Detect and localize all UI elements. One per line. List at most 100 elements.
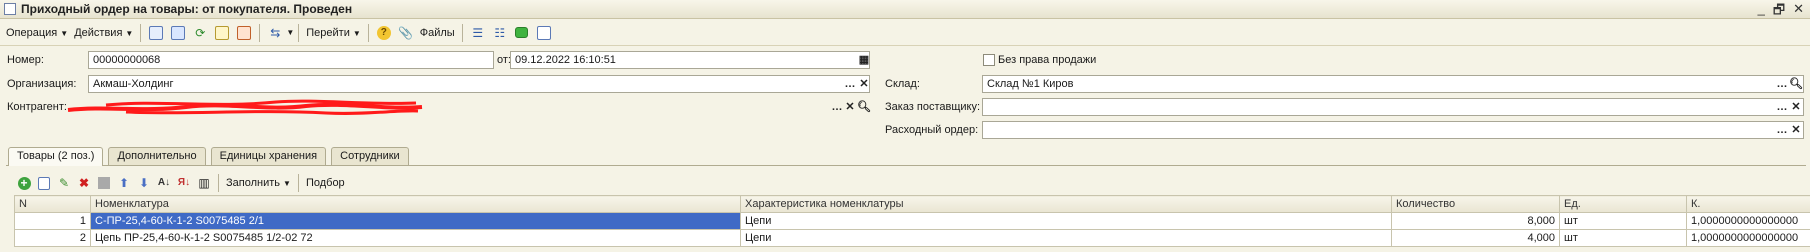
- clear-icon[interactable]: ✕: [1789, 99, 1803, 115]
- search-icon[interactable]: 🔍︎: [857, 99, 871, 115]
- column-header-quantity[interactable]: Количество: [1391, 195, 1560, 213]
- goto-menu[interactable]: Перейти ▼: [303, 23, 364, 43]
- table-header-row: N Номенклатура Характеристика номенклату…: [14, 195, 1810, 213]
- expense-order-label: Расходный ордер:: [885, 124, 979, 136]
- row-item[interactable]: Цепь ПР-25,4-60-К-1-2 S0075485 1/2-02 72: [90, 229, 741, 247]
- row-number: 1: [14, 212, 91, 230]
- operation-menu-label: Операция: [6, 26, 58, 39]
- date-field[interactable]: 09.12.2022 16:10:51: [510, 51, 870, 69]
- column-header-characteristic[interactable]: Характеристика номенклатуры: [740, 195, 1392, 213]
- select-button-icon[interactable]: …: [830, 99, 844, 115]
- toolbar-separator: [367, 23, 369, 42]
- chevron-down-icon: ▼: [283, 179, 291, 188]
- warehouse-label: Склад:: [885, 78, 920, 90]
- no-sale-right-label: Без права продажи: [998, 54, 1097, 66]
- chevron-down-icon: ▼: [60, 28, 69, 38]
- column-header-k[interactable]: К.: [1686, 195, 1810, 213]
- pick-button[interactable]: Подбор: [303, 173, 348, 193]
- expense-order-field[interactable]: [982, 121, 1804, 139]
- number-field[interactable]: 00000000068: [88, 51, 494, 69]
- chevron-down-icon: ▼: [352, 28, 361, 38]
- calendar-icon[interactable]: ▦: [857, 52, 871, 68]
- delete-row-icon[interactable]: ✖: [76, 175, 92, 191]
- files-label: Файлы: [419, 26, 455, 39]
- help-glyph: ?: [376, 25, 391, 40]
- search-icon[interactable]: 🔍︎: [1789, 76, 1803, 92]
- actions-menu[interactable]: Действия ▼: [71, 23, 136, 43]
- organization-label: Организация:: [7, 78, 77, 90]
- row-unit[interactable]: шт: [1559, 212, 1687, 230]
- row-characteristic[interactable]: Цепи: [740, 212, 1392, 230]
- select-button-icon[interactable]: …: [1775, 76, 1789, 92]
- chevron-down-icon: ▼: [125, 28, 134, 38]
- toolbar-separator: [298, 23, 300, 42]
- structure-icon[interactable]: ⇆: [266, 24, 284, 42]
- counterparty-label: Контрагент:: [7, 101, 67, 113]
- copy-document-icon[interactable]: [213, 24, 231, 42]
- select-button-icon[interactable]: …: [1775, 122, 1789, 138]
- warehouse-field[interactable]: Склад №1 Киров: [982, 75, 1804, 93]
- tab-additional[interactable]: Дополнительно: [108, 147, 206, 165]
- document-icon: [4, 3, 16, 15]
- table-row[interactable]: 1 С-ПР-25,4-60-К-1-2 S0075485 2/1 Цепи 8…: [14, 212, 1810, 230]
- operation-menu[interactable]: Операция ▼: [3, 23, 71, 43]
- table-row[interactable]: 2 Цепь ПР-25,4-60-К-1-2 S0075485 1/2-02 …: [14, 229, 1810, 247]
- redaction-scribble: [67, 99, 423, 115]
- select-button-icon[interactable]: …: [843, 76, 857, 92]
- files-button[interactable]: Файлы: [417, 23, 458, 43]
- move-down-icon[interactable]: ⬇: [136, 175, 152, 191]
- goods-table: N Номенклатура Характеристика номенклату…: [14, 195, 1810, 247]
- actions-menu-label: Действия: [74, 26, 123, 39]
- column-header-n[interactable]: N: [14, 195, 91, 213]
- select-button-icon[interactable]: …: [1775, 99, 1789, 115]
- toolbar-separator: [297, 174, 299, 192]
- refresh-icon[interactable]: ⟳: [191, 24, 209, 42]
- save-icon[interactable]: [169, 24, 187, 42]
- supplier-order-label: Заказ поставщику:: [885, 101, 981, 113]
- help-icon[interactable]: ?: [375, 24, 393, 42]
- sort-ascending-icon[interactable]: A↓: [156, 175, 172, 191]
- add-row-icon[interactable]: +: [16, 175, 32, 191]
- copy-row-icon[interactable]: [36, 175, 52, 191]
- paperclip-icon[interactable]: 📎: [397, 24, 415, 42]
- row-unit[interactable]: шт: [1559, 229, 1687, 247]
- clear-icon[interactable]: ✕: [857, 76, 871, 92]
- print-form-icon[interactable]: [535, 24, 553, 42]
- fill-menu[interactable]: Заполнить ▼: [223, 173, 294, 193]
- tab-employees[interactable]: Сотрудники: [331, 147, 409, 165]
- row-k[interactable]: 1,0000000000000000: [1686, 229, 1810, 247]
- date-label: от:: [497, 54, 511, 66]
- green-status-icon[interactable]: [513, 24, 531, 42]
- tab-goods[interactable]: Товары (2 поз.): [8, 147, 104, 166]
- number-label: Номер:: [7, 54, 44, 66]
- row-quantity[interactable]: 8,000: [1391, 212, 1560, 230]
- fill-menu-label: Заполнить: [226, 177, 281, 189]
- post-and-close-icon[interactable]: [147, 24, 165, 42]
- toolbar-separator: [218, 174, 219, 192]
- end-edit-icon[interactable]: [96, 175, 112, 191]
- movements-icon[interactable]: ☰: [469, 24, 487, 42]
- chevron-down-icon: ▼: [286, 28, 295, 37]
- row-item[interactable]: С-ПР-25,4-60-К-1-2 S0075485 2/1: [90, 212, 741, 230]
- unpost-icon[interactable]: [235, 24, 253, 42]
- clear-icon[interactable]: ✕: [843, 99, 857, 115]
- main-toolbar: Операция ▼ Действия ▼ ⟳ ⇆ ▼ Перейти ▼ ? 📎 Ф…: [0, 20, 1810, 46]
- move-up-icon[interactable]: ⬆: [116, 175, 132, 191]
- organization-field[interactable]: Акмаш-Холдинг: [88, 75, 870, 93]
- row-k[interactable]: 1,0000000000000000: [1686, 212, 1810, 230]
- toolbar-separator: [259, 23, 261, 42]
- row-characteristic[interactable]: Цепи: [740, 229, 1392, 247]
- tab-storage-units[interactable]: Единицы хранения: [210, 147, 327, 165]
- barcode-icon[interactable]: ▥: [196, 175, 212, 191]
- list-settings-icon[interactable]: ☷: [491, 24, 509, 42]
- sort-descending-icon[interactable]: Я↓: [176, 175, 192, 191]
- table-toolbar: + ✎ ✖ ⬆ ⬇ A↓ Я↓ ▥ Заполнить ▼ Подбор: [14, 173, 348, 193]
- row-quantity[interactable]: 4,000: [1391, 229, 1560, 247]
- edit-row-icon[interactable]: ✎: [56, 175, 72, 191]
- supplier-order-field[interactable]: [982, 98, 1804, 116]
- no-sale-right-checkbox[interactable]: [983, 54, 995, 66]
- clear-icon[interactable]: ✕: [1789, 122, 1803, 138]
- window-title: Приходный ордер на товары: от покупателя…: [21, 2, 353, 16]
- column-header-unit[interactable]: Ед.: [1559, 195, 1687, 213]
- column-header-item[interactable]: Номенклатура: [90, 195, 741, 213]
